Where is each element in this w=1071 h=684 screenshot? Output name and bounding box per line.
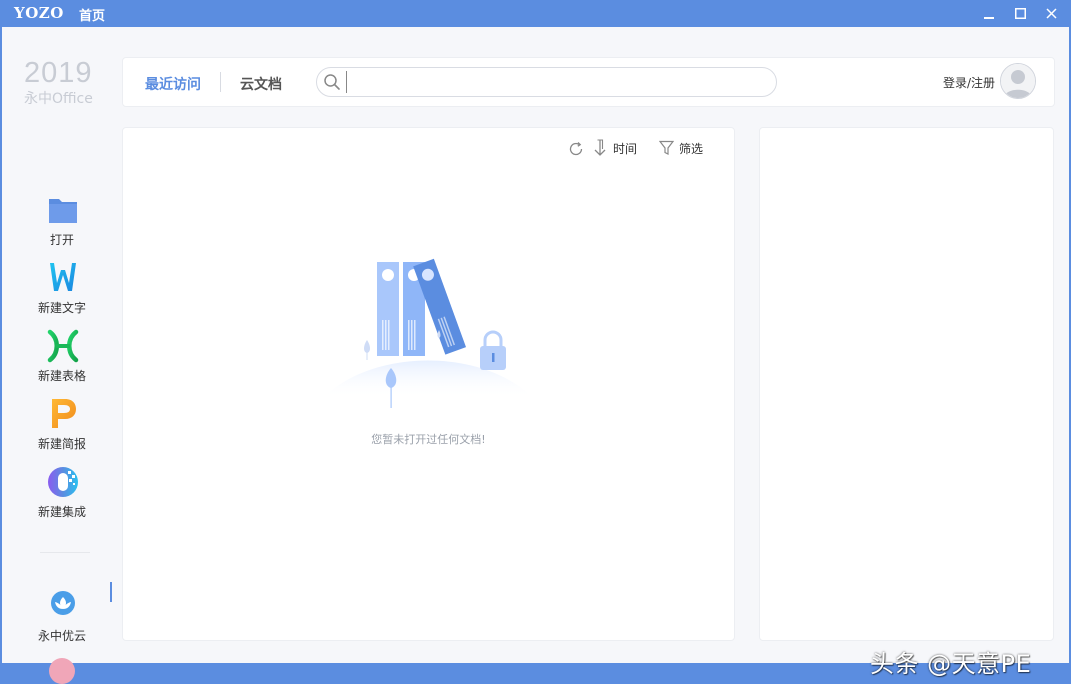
sidebar-item-new-presentation[interactable]: 新建简报 <box>14 397 110 459</box>
brand-logo: YOZO <box>14 4 64 22</box>
filter-funnel-icon[interactable] <box>659 140 674 156</box>
partial-bottom-icon[interactable] <box>49 658 75 684</box>
sidebar-item-new-sheet[interactable]: 新建表格 <box>14 329 110 391</box>
maximize-button[interactable] <box>1005 0 1035 27</box>
sidebar-item-yozo-cloud[interactable]: 永中优云 <box>14 589 110 651</box>
sidebar-item-label: 新建集成 <box>37 505 86 519</box>
sidebar-item-new-integrated[interactable]: 新建集成 <box>14 465 110 527</box>
presentation-p-icon <box>52 399 76 428</box>
maximize-icon <box>1014 8 1026 19</box>
sidebar-item-label: 永中优云 <box>37 629 86 643</box>
sidebar-active-indicator <box>110 582 112 602</box>
window-title: 首页 <box>79 9 106 24</box>
recent-documents-panel: 时间 筛选 您暂未打开过任何文档! <box>122 127 735 641</box>
logo-year: 2019 <box>24 57 93 89</box>
sheet-x-icon <box>47 329 79 363</box>
watermark-text: 头条 @天意PE <box>870 650 1032 678</box>
sidebar-item-label: 新建简报 <box>37 437 86 451</box>
cloud-flower-icon <box>51 591 75 615</box>
sidebar-divider <box>40 552 90 553</box>
search-icon[interactable] <box>323 73 341 91</box>
empty-binders-illustration <box>323 258 533 408</box>
filter-button[interactable]: 筛选 <box>679 140 703 157</box>
close-button[interactable] <box>1036 0 1066 27</box>
integrated-o-icon <box>48 467 78 497</box>
refresh-icon[interactable] <box>568 141 584 157</box>
tab-recent[interactable]: 最近访问 <box>145 74 201 94</box>
tab-cloud-docs[interactable]: 云文档 <box>240 74 282 94</box>
search-box[interactable] <box>316 67 777 97</box>
sidebar-item-open[interactable]: 打开 <box>14 193 110 255</box>
sidebar-item-label: 新建表格 <box>37 369 86 383</box>
right-side-panel <box>759 127 1054 641</box>
writer-w-icon <box>50 263 76 291</box>
login-register-link[interactable]: 登录/注册 <box>943 74 995 91</box>
search-input[interactable] <box>346 71 773 93</box>
minimize-button[interactable] <box>974 0 1004 27</box>
sidebar-item-new-writer[interactable]: 新建文字 <box>14 261 110 323</box>
tab-divider <box>220 72 221 92</box>
user-avatar[interactable] <box>1000 63 1036 99</box>
empty-state-message: 您暂未打开过任何文档! <box>371 433 486 446</box>
user-avatar-icon <box>1001 64 1035 98</box>
folder-icon <box>49 199 77 223</box>
close-icon <box>1045 8 1057 19</box>
logo-product: 永中Office <box>24 91 93 107</box>
sort-by-time[interactable]: 时间 <box>613 140 637 157</box>
sidebar-item-label: 打开 <box>49 233 74 247</box>
title-bar: YOZO 首页 <box>0 0 1071 27</box>
top-bar: 最近访问 云文档 登录/注册 <box>122 57 1055 107</box>
sort-down-arrow-icon[interactable] <box>593 139 607 157</box>
minimize-icon <box>984 16 994 19</box>
app-client-area: 2019 永中Office 最近访问 云文档 登录/注册 打开 新建文字 新建表… <box>2 27 1069 684</box>
sidebar-item-label: 新建文字 <box>37 301 86 315</box>
